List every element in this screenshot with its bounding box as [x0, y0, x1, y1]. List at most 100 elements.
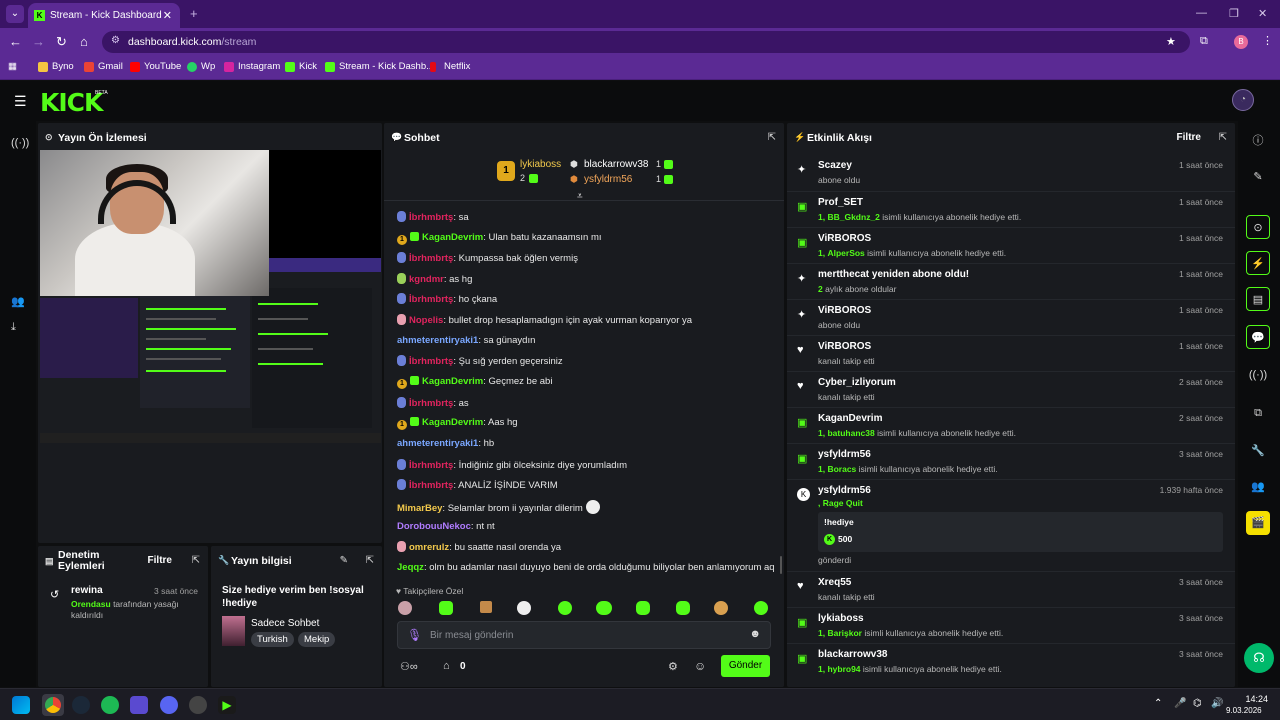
popout-icon[interactable]: ⇱: [768, 132, 776, 143]
bookmark-wp[interactable]: Wp: [187, 61, 215, 72]
gift-icon: ▣: [797, 453, 808, 465]
browser-menu-icon[interactable]: ⋮: [1262, 34, 1273, 47]
address-bar[interactable]: ⚙ dashboard.kick.com/stream: [102, 31, 1190, 53]
bookmark-gmail[interactable]: Gmail: [84, 61, 123, 72]
notes-toggle-icon[interactable]: ▤: [1246, 287, 1270, 311]
activity-toggle-icon[interactable]: ⚡: [1246, 251, 1270, 275]
close-tab-icon[interactable]: ✕: [163, 9, 172, 22]
broadcast-icon[interactable]: ((·)): [11, 137, 29, 149]
emote-5[interactable]: [558, 601, 572, 615]
activity-filter[interactable]: Filtre: [1177, 132, 1201, 143]
emoji-picker-icon[interactable]: ☻: [749, 628, 761, 640]
new-tab-button[interactable]: +: [190, 6, 198, 21]
bookmark-star-icon[interactable]: ★: [1166, 35, 1176, 48]
emote-1[interactable]: [398, 601, 412, 615]
bookmark-kick[interactable]: Kick: [285, 61, 317, 72]
chat-toggle-icon[interactable]: 💬: [1246, 325, 1270, 349]
chrome-taskbar-icon[interactable]: [42, 694, 64, 716]
popout-icon[interactable]: ⇱: [1219, 132, 1227, 143]
emote-9[interactable]: [714, 601, 728, 615]
maximize-icon[interactable]: ❐: [1229, 7, 1239, 20]
rank-3-icon: ⬢: [570, 174, 578, 184]
moderation-title: Denetim Eylemleri: [58, 549, 105, 572]
bookmark-stream-kick[interactable]: Stream - Kick Dashb...: [325, 61, 434, 72]
chat-scrollbar[interactable]: [780, 556, 782, 574]
tag-mekip[interactable]: Mekip: [298, 632, 336, 647]
apps-grid-icon[interactable]: ▦: [8, 61, 17, 72]
chat-title: Sohbet: [404, 132, 440, 144]
download-icon[interactable]: ⤓: [11, 321, 16, 334]
tag-turkish[interactable]: Turkish: [251, 632, 294, 647]
support-headset-icon[interactable]: ☊: [1244, 643, 1274, 673]
extensions-icon[interactable]: ⧉: [1200, 35, 1208, 48]
activity-item: ♥ Xreq55 kanalı takip etti 3 saat önce: [787, 571, 1235, 606]
emote-3[interactable]: [480, 601, 492, 613]
app-v-taskbar-icon[interactable]: [130, 696, 148, 714]
close-window-icon[interactable]: ✕: [1258, 7, 1267, 20]
bookmark-byno[interactable]: Byno: [38, 61, 74, 72]
app-taskbar-icon[interactable]: [189, 696, 207, 714]
back-icon[interactable]: ←: [9, 34, 22, 49]
emotes-icon[interactable]: ☺: [694, 659, 706, 673]
category-name[interactable]: Sadece Sohbet: [251, 618, 319, 629]
kicks-item: K ysfyldrm56 1.939 hafta önce , Rage Qui…: [787, 479, 1235, 571]
chat-icon: 💬: [391, 132, 403, 142]
expand-leaderboard-icon[interactable]: ⩡: [577, 191, 583, 202]
preview-toggle-icon[interactable]: ⊙: [1246, 215, 1270, 239]
home-icon[interactable]: ⌂: [80, 34, 88, 49]
kick-taskbar-icon[interactable]: ▶: [218, 696, 236, 714]
tab-search-button[interactable]: ⌄: [6, 5, 24, 23]
kick-logo[interactable]: KICK: [40, 88, 103, 117]
leader-1-name[interactable]: lykiaboss: [520, 159, 561, 170]
clock-date[interactable]: 9.03.2026: [1226, 706, 1262, 715]
emote-6[interactable]: [596, 601, 612, 615]
microphone-icon[interactable]: 🎙: [407, 628, 422, 642]
hamburger-menu-icon[interactable]: ☰: [14, 93, 27, 110]
stream-video[interactable]: [40, 150, 381, 443]
popout-icon[interactable]: ⇱: [366, 555, 374, 566]
tray-chevron-icon[interactable]: ⌃: [1154, 698, 1162, 709]
clapper-icon[interactable]: 🎬: [1246, 511, 1270, 535]
network-icon[interactable]: ⌬: [1193, 698, 1202, 709]
bookmark-netflix[interactable]: Netflix: [430, 61, 470, 72]
send-button[interactable]: Gönder: [721, 655, 770, 677]
profile-avatar[interactable]: B: [1234, 35, 1248, 49]
leader-3-name[interactable]: ysfyldrm56: [584, 174, 632, 185]
clock-time[interactable]: 14:24: [1236, 694, 1268, 704]
moderation-filter[interactable]: Filtre: [148, 555, 172, 566]
emote-4[interactable]: [517, 601, 531, 615]
user-avatar[interactable]: ◔: [1232, 89, 1254, 111]
chat-input[interactable]: 🎙 Bir mesaj gönderin ☻: [397, 621, 771, 649]
browser-tab[interactable]: K Stream - Kick Dashboard ✕: [28, 3, 180, 28]
store-icon[interactable]: ⌂: [443, 660, 450, 672]
windows-start-icon[interactable]: [12, 696, 30, 714]
info-icon[interactable]: ⓘ: [1246, 129, 1270, 153]
minimize-icon[interactable]: —: [1196, 7, 1207, 19]
users-icon[interactable]: 👥: [1246, 475, 1270, 499]
emote-8[interactable]: [676, 601, 690, 615]
broadcast-icon[interactable]: ((·)): [1246, 363, 1270, 387]
users-icon[interactable]: 👥: [11, 295, 25, 308]
reload-icon[interactable]: ↻: [56, 34, 67, 50]
spotify-taskbar-icon[interactable]: [101, 696, 119, 714]
emote-2[interactable]: [439, 601, 453, 615]
points-infinity-icon[interactable]: ⚇∞: [400, 660, 418, 673]
leader-2-name[interactable]: blackarrowv38: [584, 159, 648, 170]
site-info-icon[interactable]: ⚙: [111, 35, 120, 46]
steam-taskbar-icon[interactable]: [72, 696, 90, 714]
discord-taskbar-icon[interactable]: [160, 696, 178, 714]
bookmark-youtube[interactable]: YouTube: [130, 61, 181, 72]
chat-settings-icon[interactable]: ⚙: [668, 660, 678, 673]
tools-icon[interactable]: 🔧: [1246, 439, 1270, 463]
volume-icon[interactable]: 🔊: [1211, 698, 1223, 709]
popout-icon[interactable]: ⇱: [192, 555, 200, 566]
pencil-icon[interactable]: ✎: [1246, 165, 1270, 189]
edit-icon[interactable]: ✎: [340, 555, 348, 566]
emote-7[interactable]: [636, 601, 650, 615]
bookmark-instagram[interactable]: Instagram: [224, 61, 280, 72]
layers-icon[interactable]: ⧉: [1246, 401, 1270, 425]
forward-icon[interactable]: →: [32, 34, 45, 49]
preview-header: ⊙ Yayın Ön İzlemesi: [38, 123, 382, 151]
microphone-tray-icon[interactable]: 🎤: [1174, 698, 1186, 709]
emote-10[interactable]: [754, 601, 768, 615]
